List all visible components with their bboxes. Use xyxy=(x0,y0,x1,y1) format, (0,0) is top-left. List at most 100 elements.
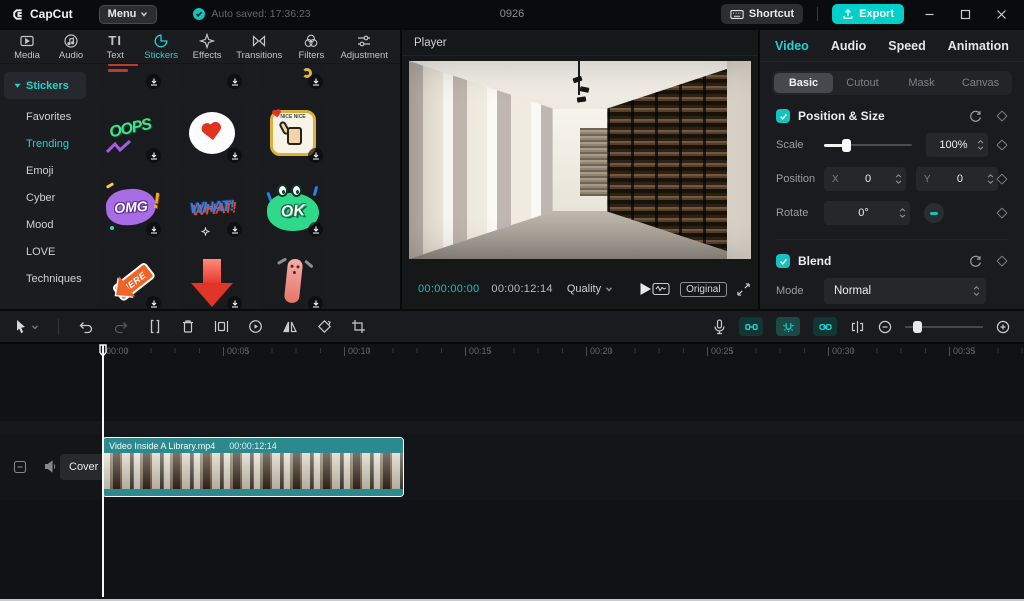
reverse-button[interactable] xyxy=(248,319,263,334)
sidebar-item-mood[interactable]: Mood xyxy=(0,211,90,238)
blend-mode-select[interactable]: Normal xyxy=(824,278,986,304)
media-tab-adjustment[interactable]: Adjustment xyxy=(340,33,388,61)
download-button[interactable] xyxy=(227,148,242,163)
split-button[interactable] xyxy=(148,319,162,334)
video-preview-canvas[interactable] xyxy=(409,61,751,259)
media-tab-media[interactable]: Media xyxy=(12,33,42,61)
download-button[interactable] xyxy=(308,148,323,163)
original-resolution-button[interactable]: Original xyxy=(680,282,726,297)
keyframe-button[interactable] xyxy=(996,207,1007,218)
reset-button[interactable] xyxy=(969,110,982,123)
rotate-button[interactable] xyxy=(317,319,332,334)
download-button[interactable] xyxy=(146,222,161,237)
video-clip[interactable]: Video Inside A Library.mp4 00:00:12:14 xyxy=(102,437,404,497)
media-tab-stickers[interactable]: Stickers xyxy=(144,33,178,61)
sidebar-item-love[interactable]: LOVE xyxy=(0,238,90,265)
delete-button[interactable] xyxy=(181,319,195,334)
mute-track-button[interactable] xyxy=(44,460,58,473)
timeline-zoom-slider[interactable] xyxy=(905,320,983,334)
stepper-arrows[interactable] xyxy=(899,208,906,218)
undo-button[interactable] xyxy=(78,320,94,334)
sidebar-item-favorites[interactable]: Favorites xyxy=(0,103,90,130)
sidebar-item-emoji[interactable]: Emoji xyxy=(0,157,90,184)
download-button[interactable] xyxy=(308,222,323,237)
download-button[interactable] xyxy=(308,74,323,89)
export-button[interactable]: Export xyxy=(832,4,904,24)
minimize-button[interactable] xyxy=(918,3,940,25)
download-button[interactable] xyxy=(227,222,242,237)
sticker-down-arrow[interactable] xyxy=(179,248,245,309)
keyframe-button[interactable] xyxy=(996,255,1007,266)
download-button[interactable] xyxy=(146,148,161,163)
subtab-basic[interactable]: Basic xyxy=(774,73,833,93)
keyframe-button[interactable] xyxy=(996,110,1007,121)
zoom-in-button[interactable] xyxy=(996,320,1010,334)
keyframe-button[interactable] xyxy=(997,173,1008,184)
main-track-magnet-toggle[interactable] xyxy=(739,317,763,336)
preview-axis-button[interactable] xyxy=(850,320,865,334)
download-button[interactable] xyxy=(308,296,323,309)
sidebar-item-techniques[interactable]: Techniques xyxy=(0,265,90,292)
position-size-checkbox[interactable] xyxy=(776,109,790,123)
sticker-heart-bubble[interactable] xyxy=(179,100,245,166)
freeze-frame-button[interactable] xyxy=(214,319,229,334)
download-button[interactable] xyxy=(227,74,242,89)
record-voiceover-button[interactable] xyxy=(713,319,726,335)
stepper-arrows[interactable] xyxy=(895,174,902,184)
shortcut-button[interactable]: Shortcut xyxy=(721,4,803,24)
sticker-cell[interactable] xyxy=(179,64,245,92)
subtab-mask[interactable]: Mask xyxy=(892,73,951,93)
slider-thumb[interactable] xyxy=(842,139,851,152)
maximize-button[interactable] xyxy=(954,3,976,25)
sidebar-item-trending[interactable]: Trending xyxy=(0,130,90,157)
rotate-dial[interactable] xyxy=(924,203,944,223)
sticker-what[interactable]: WHAT! xyxy=(179,174,245,240)
media-tab-filters[interactable]: Filters xyxy=(296,33,326,61)
auto-snap-toggle[interactable] xyxy=(776,317,800,336)
download-button[interactable] xyxy=(146,296,161,309)
reset-button[interactable] xyxy=(969,255,982,268)
waveform-view-button[interactable] xyxy=(652,282,670,296)
position-y-stepper[interactable]: Y 0 xyxy=(916,167,998,191)
media-tab-transitions[interactable]: Transitions xyxy=(236,33,282,61)
download-button[interactable] xyxy=(227,296,242,309)
position-x-stepper[interactable]: X 0 xyxy=(824,167,906,191)
stepper-arrows[interactable] xyxy=(987,174,994,184)
sticker-pink-character[interactable] xyxy=(260,248,326,309)
stepper-arrows[interactable] xyxy=(973,286,980,296)
subtab-canvas[interactable]: Canvas xyxy=(951,73,1010,93)
timeline-ruler[interactable]: 00:00 00:05 00:10 00:15 00:20 00:25 00:3… xyxy=(0,344,1024,359)
tab-audio[interactable]: Audio xyxy=(831,39,866,53)
sticker-cell[interactable] xyxy=(260,64,326,92)
scale-slider[interactable] xyxy=(824,138,912,152)
zoom-out-button[interactable] xyxy=(878,320,892,334)
close-button[interactable] xyxy=(990,3,1012,25)
link-clips-toggle[interactable] xyxy=(813,317,837,336)
redo-button[interactable] xyxy=(113,320,129,334)
mirror-button[interactable] xyxy=(282,319,298,334)
sticker-omg[interactable]: OMG ! xyxy=(98,174,164,240)
select-tool-button[interactable] xyxy=(14,319,39,334)
media-tab-text[interactable]: TI Text xyxy=(100,33,130,61)
sidebar-item-stickers[interactable]: Stickers xyxy=(4,72,86,99)
subtab-cutout[interactable]: Cutout xyxy=(833,73,892,93)
sticker-nice-thumbsup[interactable]: NICE NICE xyxy=(260,100,326,166)
sidebar-item-cyber[interactable]: Cyber xyxy=(0,184,90,211)
play-button[interactable] xyxy=(639,282,652,296)
sticker-ok[interactable]: OK xyxy=(260,174,326,240)
rotate-value-stepper[interactable]: 0° xyxy=(824,201,910,225)
stepper-arrows[interactable] xyxy=(977,140,984,150)
download-button[interactable] xyxy=(146,74,161,89)
media-tab-audio[interactable]: Audio xyxy=(56,33,86,61)
blend-checkbox[interactable] xyxy=(776,254,790,268)
crop-button[interactable] xyxy=(351,319,366,334)
cover-button[interactable]: Cover xyxy=(60,454,107,480)
sticker-cell[interactable] xyxy=(98,64,164,92)
track-options-button[interactable] xyxy=(13,460,27,474)
tab-speed[interactable]: Speed xyxy=(888,39,926,53)
menu-button[interactable]: Menu xyxy=(99,5,158,24)
sticker-here-arrow[interactable]: HERE xyxy=(98,248,164,309)
slider-thumb[interactable] xyxy=(913,321,922,333)
quality-dropdown[interactable]: Quality xyxy=(567,283,613,295)
tab-video[interactable]: Video xyxy=(775,39,809,53)
